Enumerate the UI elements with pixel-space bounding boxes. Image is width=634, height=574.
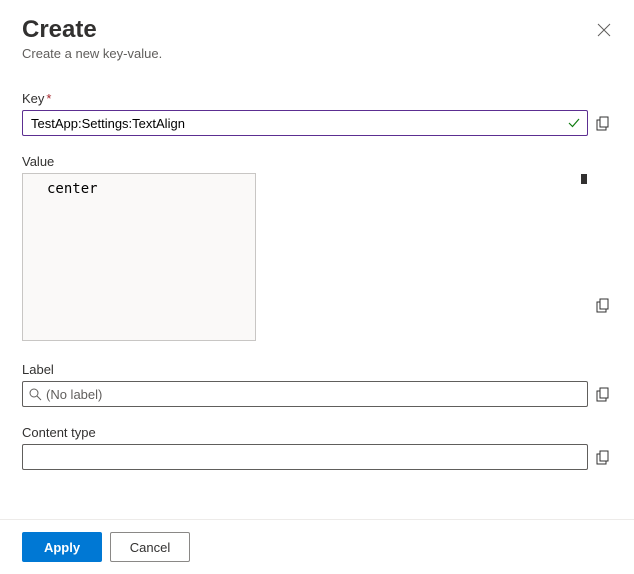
copy-key-button[interactable] [594,114,612,132]
check-icon [567,116,581,130]
search-icon [29,388,42,401]
cancel-button[interactable]: Cancel [110,532,190,562]
copy-value-button[interactable] [594,296,612,314]
close-button[interactable] [592,18,616,42]
content-type-input[interactable] [23,445,587,469]
copy-icon [596,116,611,131]
value-label: Value [22,154,612,169]
copy-icon [596,298,611,313]
content-type-label: Content type [22,425,612,440]
page-subtitle: Create a new key-value. [22,46,612,61]
copy-label-button[interactable] [594,385,612,403]
key-input[interactable] [23,111,567,135]
copy-icon [596,450,611,465]
label-field-label: Label [22,362,612,377]
apply-button[interactable]: Apply [22,532,102,562]
scrollbar[interactable] [581,174,587,184]
copy-icon [596,387,611,402]
copy-content-type-button[interactable] [594,448,612,466]
value-textarea[interactable]: center [22,173,256,341]
close-icon [597,23,611,37]
page-title: Create [22,16,612,44]
required-marker: * [46,91,51,106]
label-input[interactable] [46,387,581,402]
key-label: Key* [22,91,612,106]
